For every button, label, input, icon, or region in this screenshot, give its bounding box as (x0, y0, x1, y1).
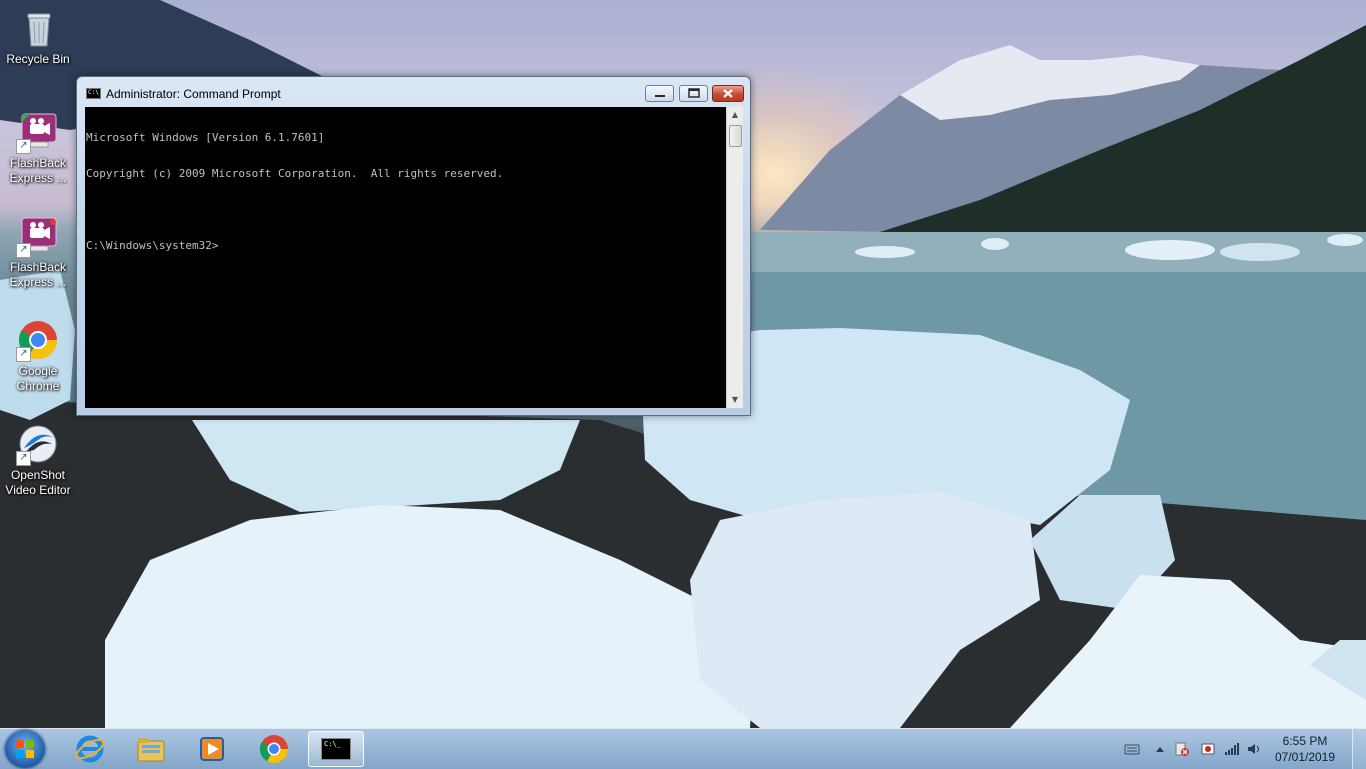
taskbar-windows-explorer[interactable] (123, 731, 179, 767)
show-hidden-icons[interactable] (1152, 742, 1168, 756)
desktop-icon-openshot[interactable]: ↗ OpenShot Video Editor (2, 422, 74, 498)
console-icon[interactable]: C:\ (86, 88, 101, 99)
minimize-icon (655, 95, 665, 97)
clock-time: 6:55 PM (1282, 734, 1328, 748)
shortcut-arrow-icon: ↗ (16, 451, 31, 466)
command-prompt-window[interactable]: C:\ Administrator: Command Prompt Micros… (76, 76, 751, 416)
clock-date: 07/01/2019 (1274, 750, 1336, 764)
vertical-scrollbar[interactable]: ▲ ▼ (726, 107, 743, 408)
taskbar[interactable]: C:\_ 6:55 PM 07/01/2019 (0, 728, 1366, 769)
shortcut-arrow-icon: ↗ (16, 139, 31, 154)
maximize-button[interactable] (679, 85, 708, 102)
shortcut-arrow-icon: ↗ (16, 347, 31, 362)
keyboard-icon[interactable] (1124, 742, 1140, 756)
desktop-icon-label: FlashBack Express ... (9, 260, 67, 289)
desktop-icon-flashback-express-2[interactable]: ↗ FlashBack Express ... (2, 214, 74, 290)
desktop-icon-label: Recycle Bin (6, 52, 70, 66)
media-player-icon (200, 737, 224, 761)
console-line: Microsoft Windows [Version 6.1.7601] (86, 131, 325, 144)
system-tray (1120, 729, 1270, 769)
console-output[interactable]: Microsoft Windows [Version 6.1.7601] Cop… (85, 107, 726, 408)
taskbar-command-prompt[interactable]: C:\_ (308, 731, 364, 767)
volume-icon[interactable] (1246, 742, 1262, 756)
windows-logo-icon (16, 740, 34, 758)
window-titlebar[interactable]: C:\ Administrator: Command Prompt (77, 77, 750, 107)
folder-icon (137, 738, 165, 762)
desktop-icon-flashback-express-1[interactable]: ↗ FlashBack Express ... (2, 110, 74, 186)
maximize-icon (688, 88, 700, 98)
flashback-recorder-icon[interactable] (1200, 742, 1216, 756)
clock[interactable]: 6:55 PM 07/01/2019 (1268, 733, 1342, 765)
command-prompt-icon: C:\_ (321, 738, 351, 760)
minimize-button[interactable] (645, 85, 674, 102)
desktop-icon-google-chrome[interactable]: ↗ Google Chrome (2, 318, 74, 394)
console-line: Copyright (c) 2009 Microsoft Corporation… (86, 167, 504, 180)
recycle-bin-icon (16, 6, 60, 50)
flashback-express-icon: ↗ (16, 214, 60, 258)
close-button[interactable] (712, 85, 744, 102)
desktop-icon-label: OpenShot Video Editor (5, 468, 71, 497)
desktop-icon-label: Google Chrome (16, 364, 60, 393)
desktop-wallpaper[interactable]: Recycle Bin ↗ FlashBack Express ... ↗ Fl… (0, 0, 1366, 728)
shortcut-arrow-icon: ↗ (16, 243, 31, 258)
scroll-up-arrow-icon[interactable]: ▲ (727, 107, 743, 123)
flashback-express-icon: ↗ (16, 110, 60, 154)
close-icon (723, 89, 733, 98)
openshot-icon: ↗ (16, 422, 60, 466)
chrome-icon: ↗ (16, 318, 60, 362)
console-prompt-line[interactable]: C:\Windows\system32> (86, 240, 726, 252)
show-desktop-button[interactable] (1352, 729, 1366, 769)
taskbar-media-player[interactable] (184, 731, 240, 767)
desktop-icon-recycle-bin[interactable]: Recycle Bin (2, 6, 74, 67)
taskbar-internet-explorer[interactable] (62, 731, 118, 767)
taskbar-google-chrome[interactable] (246, 731, 302, 767)
window-title: Administrator: Command Prompt (106, 87, 281, 101)
scroll-thumb[interactable] (729, 125, 742, 147)
chrome-icon (260, 735, 288, 763)
network-signal-icon[interactable] (1224, 742, 1240, 756)
start-button[interactable] (5, 730, 45, 768)
scroll-down-arrow-icon[interactable]: ▼ (727, 392, 743, 408)
action-center-icon[interactable] (1174, 742, 1190, 756)
desktop-icon-label: FlashBack Express ... (9, 156, 67, 185)
internet-explorer-icon (75, 735, 105, 763)
